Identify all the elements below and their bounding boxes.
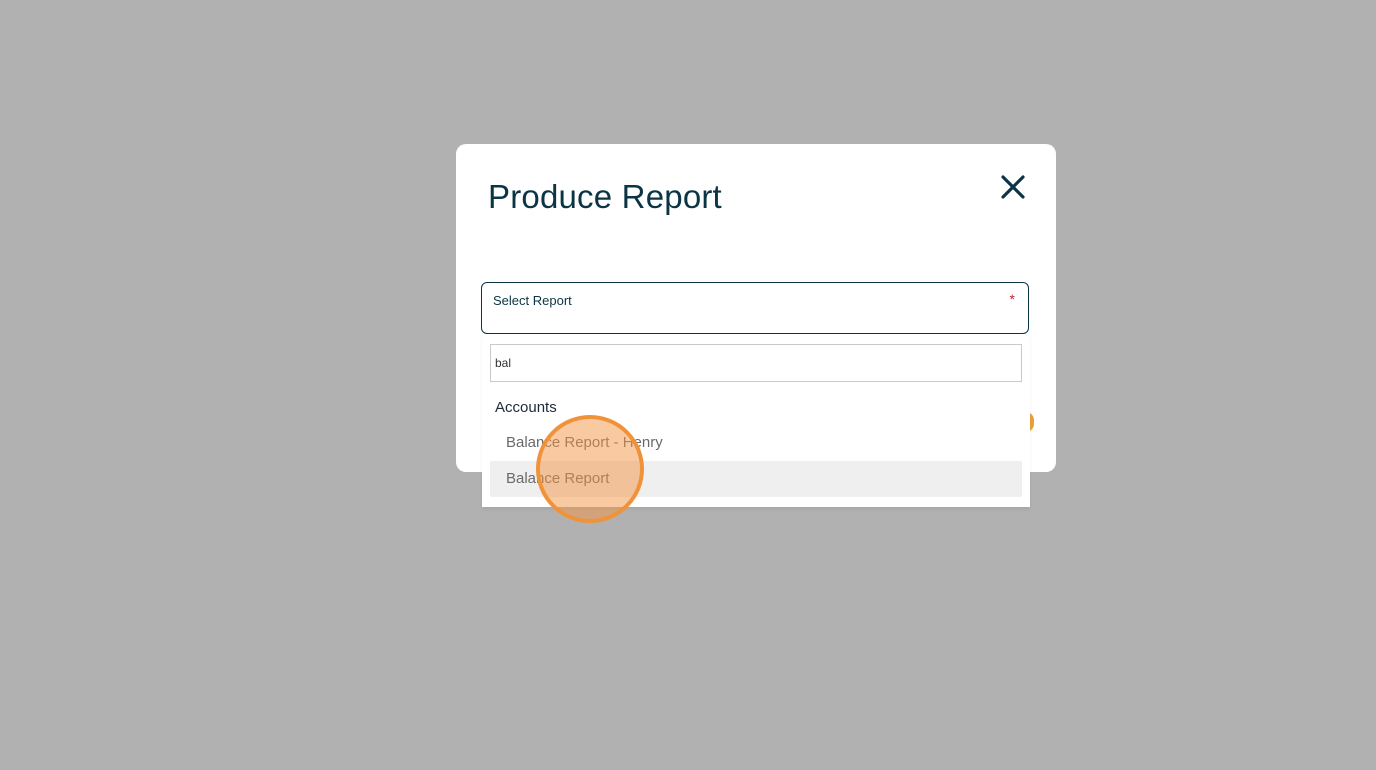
dropdown-search-input[interactable] <box>490 344 1022 382</box>
modal-title: Produce Report <box>488 178 722 215</box>
option-balance-report-henry[interactable]: Balance Report - Henry <box>490 425 1022 461</box>
select-report-dropdown: Accounts Balance Report - Henry Balance … <box>482 335 1030 507</box>
close-button[interactable] <box>996 170 1030 204</box>
option-group-accounts: Accounts <box>495 399 557 416</box>
option-balance-report[interactable]: Balance Report <box>490 461 1022 497</box>
select-report-field[interactable]: Select Report * <box>481 282 1029 334</box>
required-indicator: * <box>1009 291 1015 307</box>
close-icon <box>1001 175 1025 199</box>
select-report-label: Select Report <box>493 293 572 308</box>
